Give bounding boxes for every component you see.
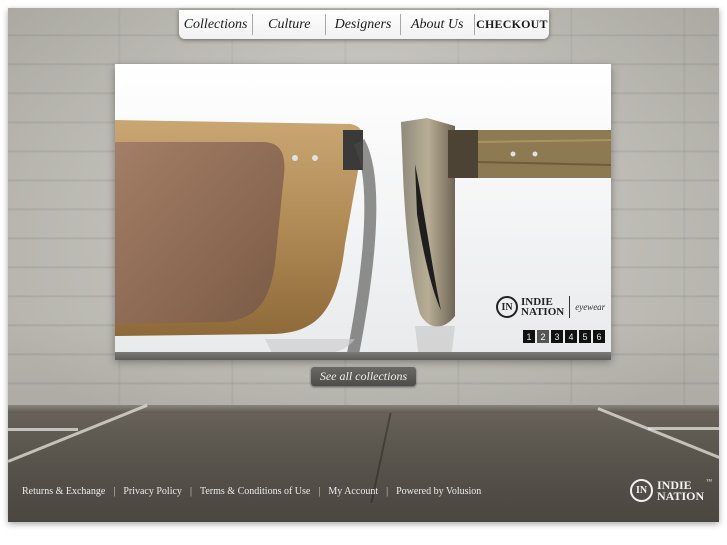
footer-wordmark: INDIE NATION [657,479,705,503]
brand-line2: NATION [521,306,565,318]
pager-item[interactable]: 1 [523,330,535,343]
right-hinge [448,130,478,178]
brand-tagline: eyewear [575,302,606,312]
pager-item[interactable]: 4 [565,330,577,343]
footer-link-my-account[interactable]: My Account [328,486,378,497]
trademark-symbol: ™ [706,479,713,485]
brand-wordmark: INDIE NATION [521,297,565,318]
brand-mark-icon: IN [496,296,518,318]
slide-brand-logo: IN INDIE NATION eyewear [496,296,605,318]
parking-floor [8,405,719,522]
nav-designers[interactable]: Designers [326,14,401,35]
footer-link-returns[interactable]: Returns & Exchange [22,486,105,497]
nav-about-us[interactable]: About Us [401,14,475,35]
see-all-collections-button[interactable]: See all collections [311,367,416,386]
pager-item[interactable]: 6 [593,330,605,343]
nav-collections[interactable]: Collections [179,14,254,35]
footer-link-volusion[interactable]: Powered by Volusion [396,486,481,497]
floor-line-left-horizontal [8,428,78,431]
slide-shadow-bar [115,352,611,360]
pager-item-active[interactable]: 2 [537,330,549,343]
floor-line-right-horizontal [648,427,719,430]
pager-item[interactable]: 3 [551,330,563,343]
footer-link-terms[interactable]: Terms & Conditions of Use [200,486,310,497]
nav-checkout[interactable]: CHECKOUT [475,14,549,35]
hero-slideshow[interactable]: IN INDIE NATION eyewear 1 2 3 4 5 6 [115,64,611,359]
footer-separator: | [386,486,389,497]
top-navigation: Collections Culture Designers About Us C… [179,10,549,39]
footer-brand-line2: NATION [657,488,705,503]
nav-culture[interactable]: Culture [253,14,327,35]
left-rivet [312,155,318,161]
footer-logo[interactable]: IN INDIE NATION ™ [630,479,712,502]
right-rivet [510,151,516,157]
footer-links: Returns & Exchange | Privacy Policy | Te… [22,486,481,497]
footer-separator: | [189,486,192,497]
footer-brand-mark-icon: IN [630,479,653,502]
footer-separator: | [113,486,116,497]
slideshow-pager: 1 2 3 4 5 6 [523,330,605,343]
footer-separator: | [318,486,321,497]
brand-divider [569,296,571,318]
left-rivet [292,155,298,161]
right-rivet [532,151,538,157]
left-lens [115,142,285,324]
footer-link-privacy[interactable]: Privacy Policy [123,486,182,497]
pager-item[interactable]: 5 [579,330,591,343]
